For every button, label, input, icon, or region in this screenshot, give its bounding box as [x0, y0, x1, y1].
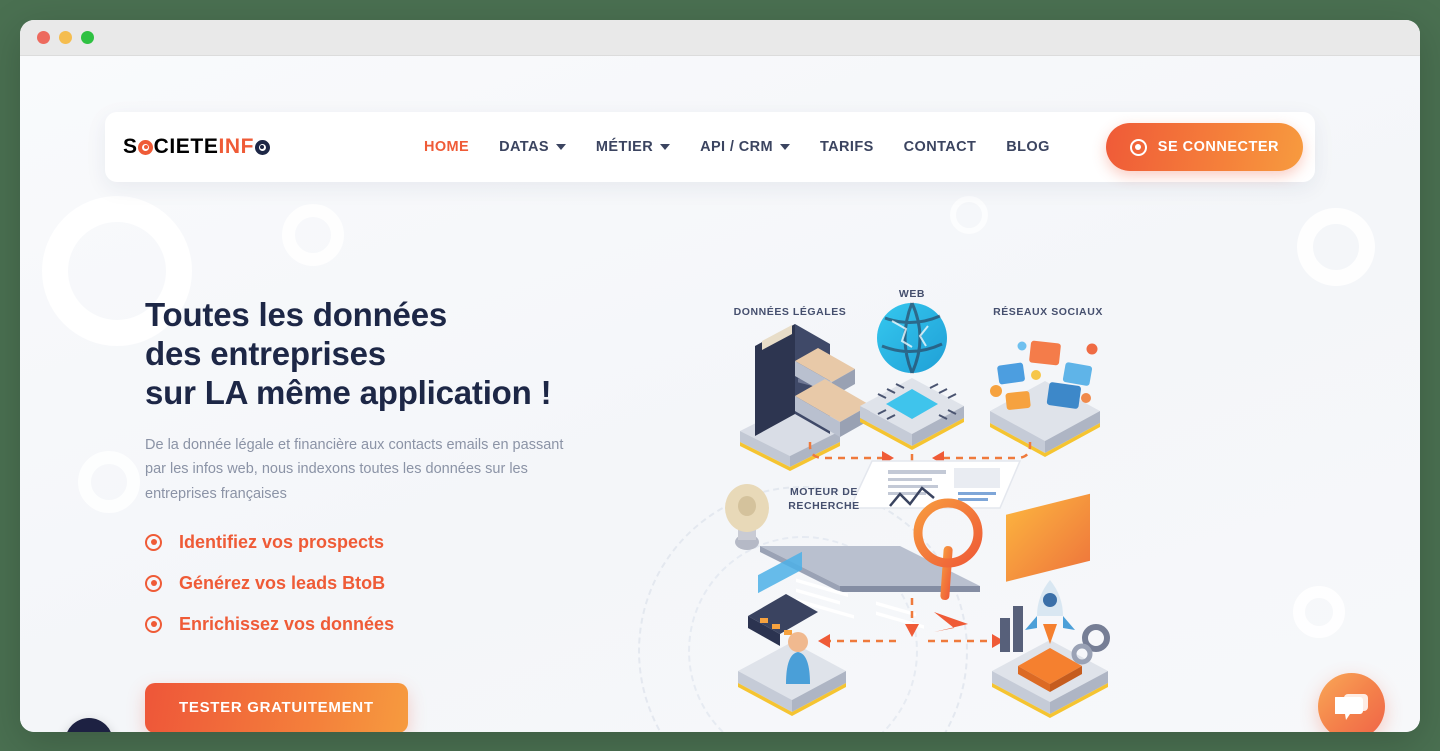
- nav-label-home: HOME: [424, 139, 470, 155]
- nav-label-contact: CONTACT: [903, 139, 977, 155]
- login-button-label: SE CONNECTER: [1157, 139, 1279, 155]
- nav-label-api-crm: API / CRM: [700, 139, 773, 155]
- minimize-window-button[interactable]: [59, 31, 72, 44]
- nav-label-tarifs: TARIFS: [819, 139, 874, 155]
- nav-label-blog: BLOG: [1006, 139, 1050, 155]
- headline-line-3: sur LA même application !: [145, 373, 552, 411]
- trust-badge[interactable]: [65, 718, 113, 732]
- decorative-ring: [78, 451, 140, 513]
- decorative-ring: [1297, 208, 1375, 286]
- logo-text-societe: S: [123, 135, 138, 158]
- chevron-down-icon: [555, 144, 566, 150]
- label-search-engine: MOTEUR DE RECHERCHE: [788, 486, 860, 512]
- nav-item-api-crm[interactable]: API / CRM: [700, 139, 790, 155]
- close-window-button[interactable]: [37, 31, 50, 44]
- maximize-window-button[interactable]: [81, 31, 94, 44]
- decorative-ring: [950, 196, 988, 234]
- hero-illustration: DONNÉES LÉGALES WEB RÉSEAUX SOCIAUX MOTE…: [700, 246, 1140, 726]
- legal-data-icon: [740, 324, 870, 471]
- target-icon: [1129, 138, 1147, 156]
- feature-item-prospects[interactable]: Identifiez vos prospects: [145, 532, 615, 553]
- page-viewport: S CIETE INF HOME DATAS MÉTIER API / CRM …: [20, 56, 1420, 732]
- nav-item-blog[interactable]: BLOG: [1006, 139, 1050, 155]
- nav-item-datas[interactable]: DATAS: [499, 139, 566, 155]
- chevron-down-icon: [660, 144, 671, 150]
- login-button[interactable]: SE CONNECTER: [1105, 123, 1303, 171]
- logo-o-ring-navy-icon: [254, 139, 270, 155]
- company-records-icon: [934, 493, 1110, 718]
- browser-titlebar: [20, 20, 1420, 56]
- nav-item-tarifs[interactable]: TARIFS: [820, 139, 874, 155]
- nav-label-metier: MÉTIER: [595, 139, 654, 155]
- web-globe-icon: [860, 302, 964, 450]
- hero-content: Toutes les données des entreprises sur L…: [145, 296, 615, 732]
- label-social: RÉSEAUX SOCIAUX: [993, 306, 1103, 318]
- chat-bubble-icon: [1334, 693, 1368, 720]
- site-header: S CIETE INF HOME DATAS MÉTIER API / CRM …: [105, 112, 1315, 182]
- main-navigation: HOME DATAS MÉTIER API / CRM TARIFS CONTA…: [424, 123, 1303, 171]
- feature-item-enrich[interactable]: Enrichissez vos données: [145, 614, 615, 635]
- nav-label-datas: DATAS: [499, 139, 549, 155]
- feature-label: Générez vos leads BtoB: [179, 572, 386, 593]
- headline-line-1: Toutes les données: [145, 296, 448, 333]
- decorative-ring: [282, 204, 344, 266]
- feature-item-leads[interactable]: Générez vos leads BtoB: [145, 573, 615, 594]
- target-bullet-icon: [145, 615, 162, 633]
- cta-test-free-button[interactable]: TESTER GRATUITEMENT: [145, 682, 408, 732]
- feature-list: Identifiez vos prospects Générez vos lea…: [145, 532, 615, 635]
- label-web: WEB: [898, 288, 926, 300]
- headline-line-2: des entreprises: [145, 334, 386, 372]
- target-bullet-icon: [145, 574, 162, 592]
- browser-window: S CIETE INF HOME DATAS MÉTIER API / CRM …: [20, 20, 1420, 732]
- nav-item-metier[interactable]: MÉTIER: [595, 139, 671, 155]
- hero-subtext: De la donnée légale et financière aux co…: [145, 436, 564, 502]
- feature-label: Enrichissez vos données: [179, 613, 395, 634]
- page-title: Toutes les données des entreprises sur L…: [145, 296, 615, 413]
- social-networks-icon: [990, 340, 1100, 457]
- feature-label: Identifiez vos prospects: [179, 531, 385, 552]
- chat-launcher-button[interactable]: [1318, 673, 1385, 732]
- logo-o-ring-icon: [138, 139, 154, 155]
- search-engine-icon: [725, 460, 1022, 629]
- nav-item-home[interactable]: HOME: [424, 139, 469, 155]
- label-legal-data: DONNÉES LÉGALES: [733, 306, 847, 318]
- nav-item-contact[interactable]: CONTACT: [904, 139, 977, 155]
- logo-text-societe-rest: CIETE: [153, 135, 219, 158]
- logo-text-info: INF: [218, 135, 255, 158]
- chevron-down-icon: [779, 144, 790, 150]
- site-logo[interactable]: S CIETE INF: [123, 135, 270, 159]
- decorative-ring: [1293, 586, 1345, 638]
- target-bullet-icon: [145, 533, 162, 551]
